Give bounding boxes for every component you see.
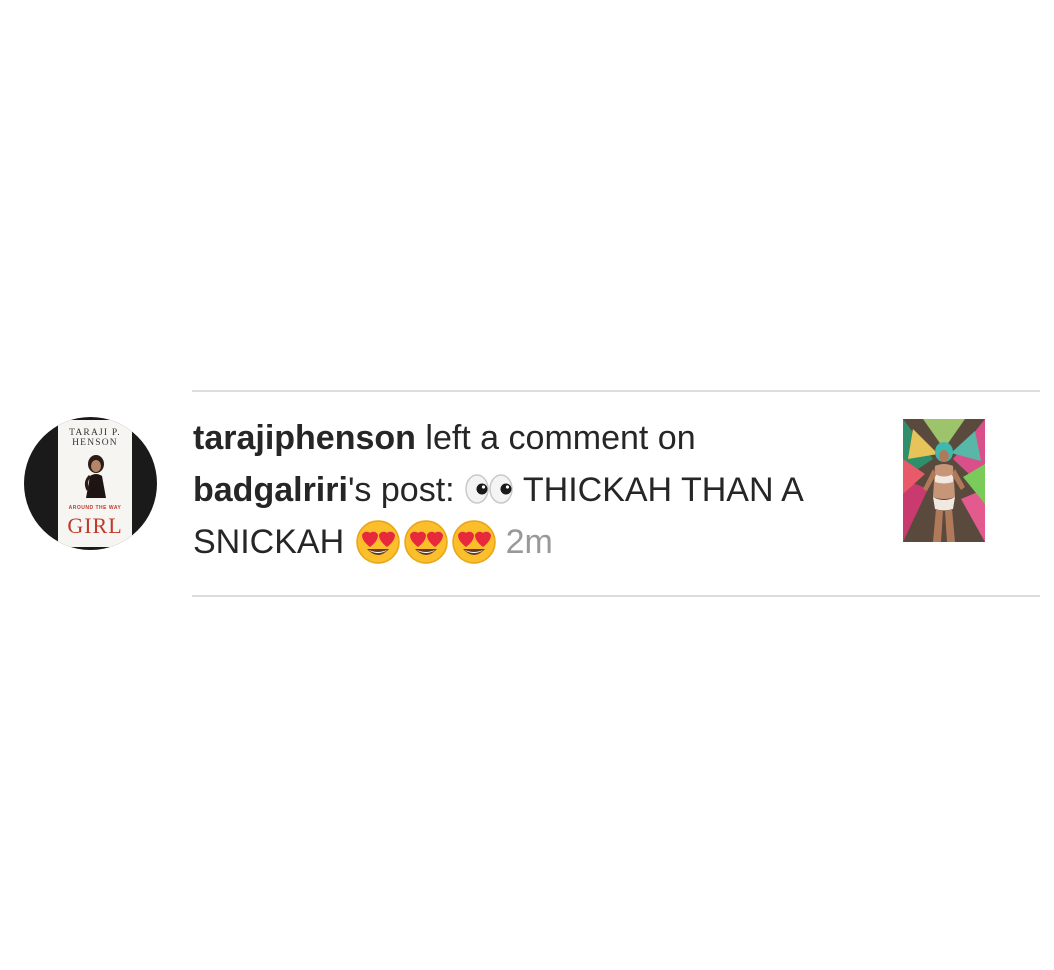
book-author-line2: HENSON	[72, 438, 118, 448]
eyes-emoji-icon	[465, 474, 513, 504]
timestamp: 2m	[505, 523, 553, 561]
actor-username-link[interactable]: tarajiphenson	[193, 419, 416, 457]
book-author: TARAJI P. HENSON	[58, 428, 132, 448]
action-text: left a comment on	[415, 419, 696, 457]
post-thumbnail-image	[903, 419, 985, 542]
book-figure-illustration	[84, 455, 106, 498]
notification-text: tarajiphenson left a comment on badgalri…	[193, 412, 813, 568]
possessive-suffix: 's post:	[347, 471, 465, 509]
book-author-line1: TARAJI P.	[69, 428, 121, 438]
heart-eyes-emoji-icon	[403, 520, 448, 564]
book-title: GIRL	[67, 513, 123, 538]
heart-eyes-emoji-icon	[451, 520, 496, 564]
book-cover-image: TARAJI P. HENSON AROUND THE WAY GIRL	[58, 420, 132, 547]
target-username-link[interactable]: badgalriri	[193, 471, 348, 509]
heart-eyes-emoji-icon	[355, 520, 400, 564]
actor-avatar[interactable]: TARAJI P. HENSON AROUND THE WAY GIRL	[24, 417, 157, 550]
book-subtitle: AROUND THE WAY	[68, 505, 122, 511]
divider-bottom	[192, 595, 1040, 597]
post-thumbnail[interactable]	[903, 419, 985, 542]
